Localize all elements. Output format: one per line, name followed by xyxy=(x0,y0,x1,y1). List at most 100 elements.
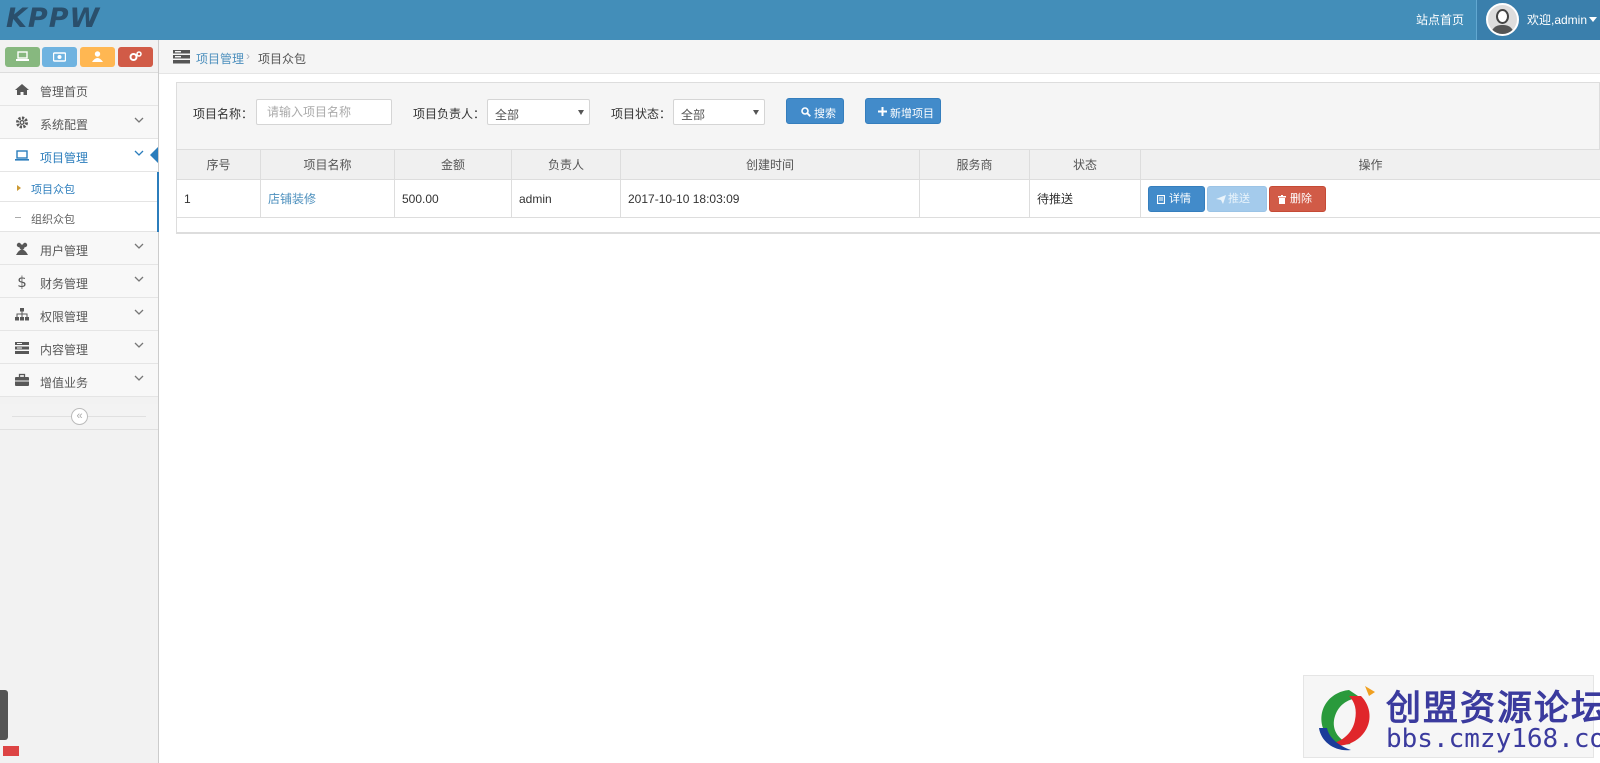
shortcut-bar xyxy=(0,40,158,73)
cell-name: 店铺装修 xyxy=(260,179,395,218)
cogs-icon xyxy=(129,51,142,61)
shortcut-cogs-button[interactable] xyxy=(118,47,153,67)
laptop-icon xyxy=(15,150,29,161)
welcome-text: 欢迎,admin xyxy=(1527,13,1588,27)
cell-status: 待推送 xyxy=(1029,179,1141,218)
sidebar-item-label: 内容管理 xyxy=(40,343,89,357)
cell-index: 1 xyxy=(176,179,261,218)
sidebar: 管理首页 系统配置 项目管理 项目众包 组织众包 用户管理 $ 财务管理 权限管… xyxy=(0,40,159,763)
briefcase-icon xyxy=(15,373,29,386)
list-icon xyxy=(15,342,29,354)
swirl-logo-icon xyxy=(1319,686,1375,751)
caret-down-icon xyxy=(578,110,584,115)
sidebar-subitem-org-crowdsourcing[interactable]: 组织众包 xyxy=(0,202,158,232)
top-navbar: KPPW 站点首页 欢迎,admin xyxy=(0,0,1600,40)
shortcut-laptop-button[interactable] xyxy=(5,47,40,67)
column-header[interactable]: 金额 xyxy=(394,149,512,180)
users-icon xyxy=(16,242,28,255)
sidebar-item-label: 管理首页 xyxy=(40,85,89,99)
list-icon xyxy=(173,50,190,64)
column-header[interactable]: 负责人 xyxy=(511,149,621,180)
laptop-icon xyxy=(16,51,29,61)
sidebar-item-user-management[interactable]: 用户管理 xyxy=(0,232,158,265)
caret-down-icon xyxy=(753,110,759,115)
chevron-down-icon xyxy=(134,276,144,282)
sidebar-collapse-bar: « xyxy=(0,404,158,430)
file-icon xyxy=(1157,194,1165,204)
sidebar-item-label: 系统配置 xyxy=(40,118,89,132)
detail-button[interactable]: 详情 xyxy=(1148,185,1205,212)
sidebar-item-dashboard[interactable]: 管理首页 xyxy=(0,73,158,106)
active-indicator xyxy=(150,147,158,163)
table-footer-row xyxy=(176,217,1600,233)
sidebar-subitem-label: 项目众包 xyxy=(31,184,75,196)
column-header[interactable]: 创建时间 xyxy=(620,149,920,180)
project-status-select[interactable]: 全部 xyxy=(673,99,765,125)
plus-icon xyxy=(878,107,887,116)
sidebar-item-finance-management[interactable]: $ 财务管理 xyxy=(0,265,158,298)
site-home-link[interactable]: 站点首页 xyxy=(1416,11,1464,28)
column-header[interactable]: 序号 xyxy=(176,149,261,180)
sidebar-item-label: 增值业务 xyxy=(40,376,89,390)
app-logo[interactable]: KPPW xyxy=(6,3,100,34)
cell-amount: 500.00 xyxy=(394,179,512,218)
project-name-link[interactable]: 店铺装修 xyxy=(268,192,316,206)
push-button[interactable]: 推送 xyxy=(1207,185,1267,212)
shortcut-user-button[interactable] xyxy=(80,47,115,67)
trash-icon xyxy=(1278,194,1286,204)
sidebar-item-label: 财务管理 xyxy=(40,277,89,291)
sidebar-subitem-label: 组织众包 xyxy=(31,214,75,226)
sidebar-item-system-config[interactable]: 系统配置 xyxy=(0,106,158,139)
project-status-value: 全部 xyxy=(681,108,706,122)
search-button[interactable]: 搜索 xyxy=(786,98,844,124)
avatar xyxy=(1486,3,1519,36)
svg-text:$: $ xyxy=(17,274,27,289)
add-project-button[interactable]: 新增项目 xyxy=(865,98,941,124)
floating-widget-icon[interactable] xyxy=(3,746,19,756)
shortcut-camera-button[interactable] xyxy=(42,47,77,67)
sidebar-item-permission-management[interactable]: 权限管理 xyxy=(0,298,158,331)
chevron-down-icon xyxy=(134,309,144,315)
delete-button[interactable]: 删除 xyxy=(1269,185,1326,212)
column-header[interactable]: 服务商 xyxy=(919,149,1030,180)
sidebar-item-label: 权限管理 xyxy=(40,310,89,324)
home-icon xyxy=(15,84,29,95)
caret-down-icon xyxy=(1589,17,1597,22)
sidebar-subitem-project-crowdsourcing[interactable]: 项目众包 xyxy=(0,172,158,202)
chevron-down-icon xyxy=(134,243,144,249)
user-menu[interactable]: 欢迎,admin xyxy=(1476,0,1600,40)
camera-icon xyxy=(53,52,66,62)
cell-created: 2017-10-10 18:03:09 xyxy=(620,179,920,218)
table-row: 1 店铺装修 500.00 admin 2017-10-10 18:03:09 … xyxy=(176,179,1600,218)
sidebar-collapse-button[interactable]: « xyxy=(71,408,88,425)
sidebar-item-content-management[interactable]: 内容管理 xyxy=(0,331,158,364)
breadcrumb-separator: › xyxy=(246,49,250,63)
project-owner-label: 项目负责人： xyxy=(413,107,486,121)
project-owner-value: 全部 xyxy=(495,108,520,122)
column-header[interactable]: 状态 xyxy=(1029,149,1141,180)
project-name-label: 项目名称： xyxy=(193,107,254,121)
sidebar-item-label: 用户管理 xyxy=(40,244,89,258)
project-owner-select[interactable]: 全部 xyxy=(487,99,590,125)
caret-right-icon xyxy=(17,185,21,191)
project-status-label: 项目状态： xyxy=(611,107,672,121)
sidebar-item-value-added-services[interactable]: 增值业务 xyxy=(0,364,158,397)
project-table: 序号 项目名称 金额 负责人 创建时间 服务商 状态 操作 1 店铺装修 500… xyxy=(176,149,1600,233)
watermark-logo: 创盟资源论坛 bbs.cmzy168.com xyxy=(1303,675,1600,758)
search-icon xyxy=(801,107,811,117)
column-header: 操作 xyxy=(1140,149,1600,180)
watermark-url: bbs.cmzy168.com xyxy=(1386,724,1600,754)
chevron-down-icon xyxy=(134,342,144,348)
breadcrumb-current: 项目众包 xyxy=(258,52,307,66)
chevron-down-icon xyxy=(134,375,144,381)
send-icon xyxy=(1216,194,1226,204)
project-name-input[interactable] xyxy=(256,99,392,125)
sidebar-item-project-management[interactable]: 项目管理 xyxy=(0,139,158,172)
column-header[interactable]: 项目名称 xyxy=(260,149,395,180)
chevron-down-icon xyxy=(134,150,144,156)
cell-owner: admin xyxy=(511,179,621,218)
floating-widget-handle[interactable] xyxy=(0,690,8,740)
user-icon xyxy=(92,51,103,62)
breadcrumb-parent-link[interactable]: 项目管理 xyxy=(196,50,244,67)
table-header-row: 序号 项目名称 金额 负责人 创建时间 服务商 状态 操作 xyxy=(176,149,1600,180)
